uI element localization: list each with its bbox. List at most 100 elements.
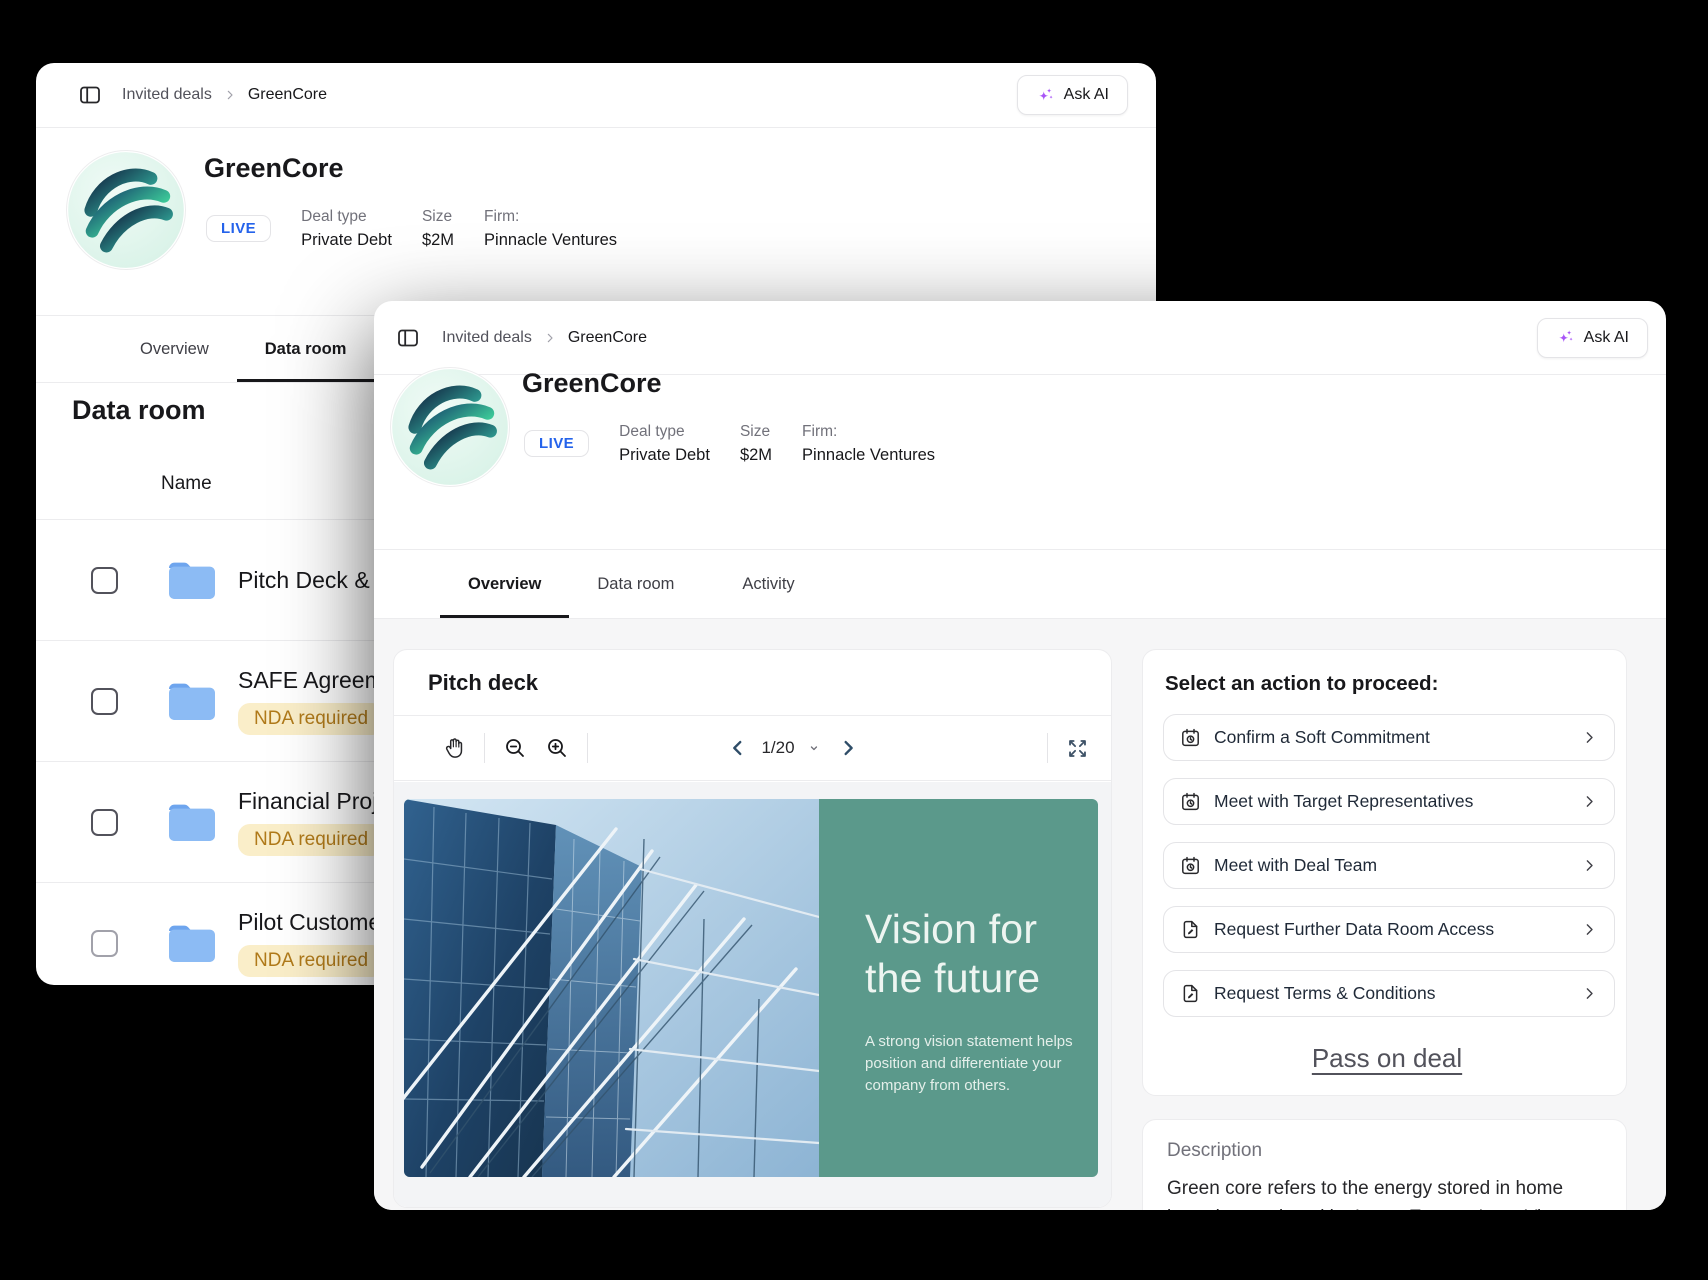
sidebar-toggle-icon[interactable] bbox=[78, 83, 102, 107]
folder-icon bbox=[166, 679, 218, 723]
meta-value: Pinnacle Ventures bbox=[802, 446, 935, 465]
actions-heading: Select an action to proceed: bbox=[1165, 672, 1611, 696]
tab-overview[interactable]: Overview bbox=[112, 316, 237, 382]
ask-ai-label: Ask AI bbox=[1064, 86, 1109, 104]
ask-ai-button[interactable]: Ask AI bbox=[1537, 318, 1648, 358]
zoom-out-button[interactable] bbox=[503, 736, 527, 760]
folder-name[interactable]: Financial Proj bbox=[238, 788, 384, 815]
deal-logo bbox=[390, 367, 510, 487]
desktop-background: Invited deals GreenCore Ask AI GreenCore… bbox=[0, 0, 1708, 1280]
folder-name[interactable]: Pilot Custome bbox=[238, 909, 384, 936]
breadcrumb: Invited deals GreenCore bbox=[442, 329, 647, 347]
meta-value: $2M bbox=[422, 231, 454, 250]
slide-stage: Vision for the future A strong vision st… bbox=[394, 782, 1111, 1207]
meta-size: Size $2M bbox=[422, 208, 454, 250]
deal-meta: LIVE Deal type Private Debt Size $2M Fir… bbox=[206, 208, 617, 250]
chevron-right-icon bbox=[1581, 793, 1598, 810]
greencore-logo-icon bbox=[67, 151, 185, 269]
slide-headline: Vision for the future bbox=[865, 905, 1080, 1003]
calendar-clock-icon bbox=[1180, 791, 1201, 812]
slide-page-1[interactable]: Vision for the future A strong vision st… bbox=[404, 799, 1098, 1177]
action-label: Request Further Data Room Access bbox=[1214, 919, 1494, 940]
chevron-right-icon bbox=[1581, 921, 1598, 938]
view-link[interactable]: View bbox=[1525, 1207, 1566, 1211]
document-pen-icon bbox=[1180, 919, 1201, 940]
deal-tabs: Overview Data room Activity bbox=[374, 549, 1666, 619]
calendar-clock-icon bbox=[1180, 727, 1201, 748]
hand-icon bbox=[442, 736, 466, 760]
front-window-header: Invited deals GreenCore Ask AI bbox=[374, 301, 1666, 375]
breadcrumb-greencore: GreenCore bbox=[248, 86, 327, 104]
description-heading: Description bbox=[1167, 1140, 1602, 1162]
row-checkbox[interactable] bbox=[91, 809, 118, 836]
tab-activity[interactable]: Activity bbox=[714, 550, 822, 618]
breadcrumb: Invited deals GreenCore bbox=[122, 86, 327, 104]
zoom-out-icon bbox=[503, 736, 527, 760]
folder-name[interactable]: Pitch Deck & bbox=[238, 567, 370, 594]
sidebar-toggle-icon[interactable] bbox=[396, 326, 420, 350]
meta-value: Pinnacle Ventures bbox=[484, 231, 617, 250]
row-checkbox[interactable] bbox=[91, 930, 118, 957]
document-pen-icon bbox=[1180, 983, 1201, 1004]
folder-icon bbox=[166, 800, 218, 844]
sparkles-icon bbox=[1556, 328, 1575, 347]
actions-card: Select an action to proceed: Confirm a S… bbox=[1142, 649, 1627, 1096]
tab-data-room[interactable]: Data room bbox=[237, 316, 375, 382]
slide-body-text: A strong vision statement helps position… bbox=[865, 1031, 1087, 1096]
action-meet-deal-team[interactable]: Meet with Deal Team bbox=[1163, 842, 1615, 889]
pass-on-deal-link[interactable]: Pass on deal bbox=[1312, 1043, 1462, 1074]
chevron-down-icon[interactable] bbox=[808, 742, 820, 754]
action-request-terms-conditions[interactable]: Request Terms & Conditions bbox=[1163, 970, 1615, 1017]
meta-label: Size bbox=[740, 423, 772, 441]
action-meet-target-representatives[interactable]: Meet with Target Representatives bbox=[1163, 778, 1615, 825]
row-checkbox[interactable] bbox=[91, 688, 118, 715]
folder-name[interactable]: SAFE Agreem bbox=[238, 667, 384, 694]
deal-meta: LIVE Deal type Private Debt Size $2M Fir… bbox=[524, 423, 935, 465]
toolbar-divider bbox=[484, 733, 485, 763]
action-request-data-room-access[interactable]: Request Further Data Room Access bbox=[1163, 906, 1615, 953]
action-confirm-soft-commitment[interactable]: Confirm a Soft Commitment bbox=[1163, 714, 1615, 761]
pitch-deck-title: Pitch deck bbox=[394, 650, 1111, 716]
nda-required-badge: NDA required bbox=[238, 703, 384, 735]
calendar-clock-icon bbox=[1180, 855, 1201, 876]
breadcrumb-invited-deals[interactable]: Invited deals bbox=[122, 86, 212, 104]
next-page-button[interactable] bbox=[837, 737, 859, 759]
meta-label: Firm: bbox=[802, 423, 935, 441]
page-indicator[interactable]: 1/20 bbox=[761, 738, 794, 758]
zoom-in-button[interactable] bbox=[545, 736, 569, 760]
deal-title: GreenCore bbox=[204, 153, 344, 184]
overview-content: Pitch deck bbox=[374, 619, 1666, 1210]
previous-page-button[interactable] bbox=[726, 737, 748, 759]
tab-overview[interactable]: Overview bbox=[440, 550, 569, 618]
description-body: Green core refers to the energy stored i… bbox=[1167, 1178, 1563, 1210]
meta-value: $2M bbox=[740, 446, 772, 465]
breadcrumb-invited-deals[interactable]: Invited deals bbox=[442, 329, 532, 347]
action-label: Request Terms & Conditions bbox=[1214, 983, 1435, 1004]
ask-ai-button[interactable]: Ask AI bbox=[1017, 75, 1128, 115]
meta-label: Deal type bbox=[619, 423, 710, 441]
chevron-right-icon bbox=[222, 87, 238, 103]
slide-text-panel: Vision for the future A strong vision st… bbox=[819, 799, 1098, 1177]
greencore-logo-icon bbox=[391, 368, 509, 486]
action-label: Meet with Deal Team bbox=[1214, 855, 1377, 876]
description-text: Green core refers to the energy stored i… bbox=[1167, 1175, 1602, 1210]
tab-data-room[interactable]: Data room bbox=[569, 550, 702, 618]
fullscreen-button[interactable] bbox=[1066, 737, 1089, 760]
deal-logo bbox=[66, 150, 186, 270]
front-window: Invited deals GreenCore Ask AI GreenCore… bbox=[374, 301, 1666, 1210]
ask-ai-label: Ask AI bbox=[1584, 329, 1629, 347]
action-label: Meet with Target Representatives bbox=[1214, 791, 1473, 812]
meta-label: Deal type bbox=[301, 208, 392, 226]
data-room-heading: Data room bbox=[72, 395, 206, 426]
meta-firm: Firm: Pinnacle Ventures bbox=[802, 423, 935, 465]
meta-deal-type: Deal type Private Debt bbox=[619, 423, 710, 465]
action-label: Confirm a Soft Commitment bbox=[1214, 727, 1430, 748]
slide-building-photo bbox=[404, 799, 819, 1177]
nda-required-badge: NDA required bbox=[238, 824, 384, 856]
description-card: Description Green core refers to the ene… bbox=[1142, 1119, 1627, 1210]
chevron-right-icon bbox=[1581, 857, 1598, 874]
meta-value: Private Debt bbox=[301, 231, 392, 250]
pan-tool-button[interactable] bbox=[442, 736, 466, 760]
row-checkbox[interactable] bbox=[91, 567, 118, 594]
chevron-right-icon bbox=[1581, 729, 1598, 746]
